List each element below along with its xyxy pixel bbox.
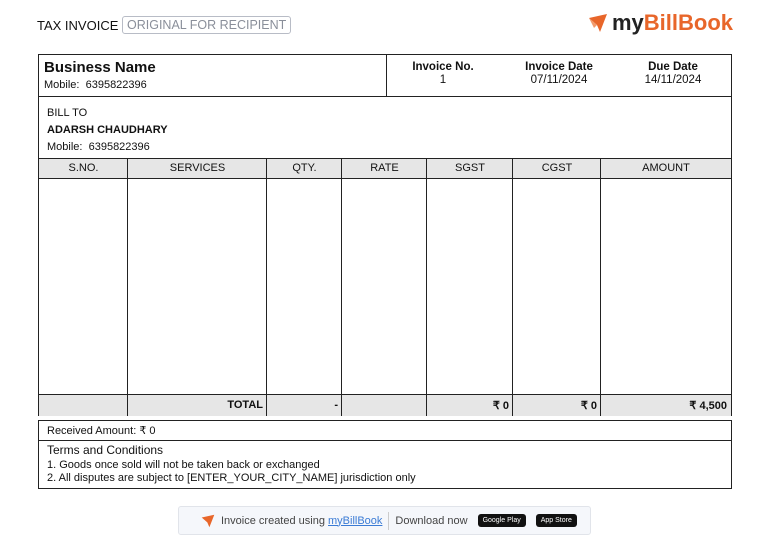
col-amount: AMOUNT [642,162,690,174]
invoice-date-label: Invoice Date [525,61,593,73]
created-text: Invoice created using [221,514,325,527]
total-amount: ₹ 4,500 [689,400,727,412]
invoice-date-value: 07/11/2024 [530,74,588,86]
mobile-label: Mobile: [47,141,83,153]
col-rate: RATE [370,162,399,174]
due-date: Due Date 14/11/2024 [618,61,728,86]
mobile-value: 6395822396 [88,141,150,153]
paper-plane-icon [201,514,215,527]
divider [388,511,390,530]
column-divider [267,158,342,416]
received-value: ₹ 0 [139,425,156,437]
column-divider [513,158,601,416]
invoice-header: Business Name Mobile: 6395822396 Invoice… [39,55,731,97]
mobile-value: 6395822396 [85,79,147,91]
terms: Terms and Conditions 1. Goods once sold … [39,441,731,488]
col-sgst: SGST [455,162,485,174]
brand-logo: myBillBook [588,10,733,36]
bill-to-label: BILL TO [47,107,88,119]
bill-to: BILL TO ADARSH CHAUDHARY Mobile: 6395822… [47,105,168,156]
paper-plane-icon [589,14,607,32]
total-cgst: ₹ 0 [580,400,597,412]
invoice-no-label: Invoice No. [412,61,474,73]
due-date-value: 14/11/2024 [644,74,702,86]
col-services: SERVICES [169,162,226,174]
terms-item: 1. Goods once sold will not be taken bac… [47,459,320,471]
invoice-number: Invoice No. 1 [388,61,498,86]
mobile-label: Mobile: [44,79,80,91]
column-divider [427,158,513,416]
total-label: TOTAL [227,399,263,411]
col-qty: QTY. [292,162,317,174]
footer-banner: Invoice created using myBillBook Downloa… [178,506,591,535]
due-date-label: Due Date [648,61,698,73]
received-amount: Received Amount: ₹ 0 [39,421,731,441]
customer-mobile: Mobile: 6395822396 [47,139,168,156]
mybillbook-link[interactable]: myBillBook [328,515,382,527]
total-sgst: ₹ 0 [492,400,509,412]
invoice-box: Business Name Mobile: 6395822396 Invoice… [38,54,732,416]
received-label: Received Amount: [47,425,137,437]
terms-title: Terms and Conditions [47,443,164,457]
items-table: S.NO. SERVICES QTY. RATE SGST CGST AMOUN… [39,158,731,416]
copy-badge: ORIGINAL FOR RECIPIENT [122,16,292,34]
invoice-no-value: 1 [439,74,447,86]
col-sno: S.NO. [68,162,99,174]
download-text: Download now [395,514,468,527]
app-store-button[interactable]: App Store [535,514,577,527]
brand-my: my [612,10,644,35]
divider [386,55,387,96]
invoice-date: Invoice Date 07/11/2024 [504,61,614,86]
received-terms-box: Received Amount: ₹ 0 Terms and Condition… [38,420,732,489]
google-play-button[interactable]: Google Play [477,514,526,527]
customer-name: ADARSH CHAUDHARY [47,124,168,136]
total-qty: - [334,399,338,411]
column-divider [39,158,128,416]
column-divider [128,158,267,416]
column-divider [342,158,427,416]
document-title: TAX INVOICE [37,18,119,33]
business-mobile: Mobile: 6395822396 [44,79,147,91]
col-cgst: CGST [541,162,573,174]
brand-name: BillBook [643,10,734,35]
business-name: Business Name [44,59,156,76]
terms-item: 2. All disputes are subject to [ENTER_YO… [47,472,416,484]
